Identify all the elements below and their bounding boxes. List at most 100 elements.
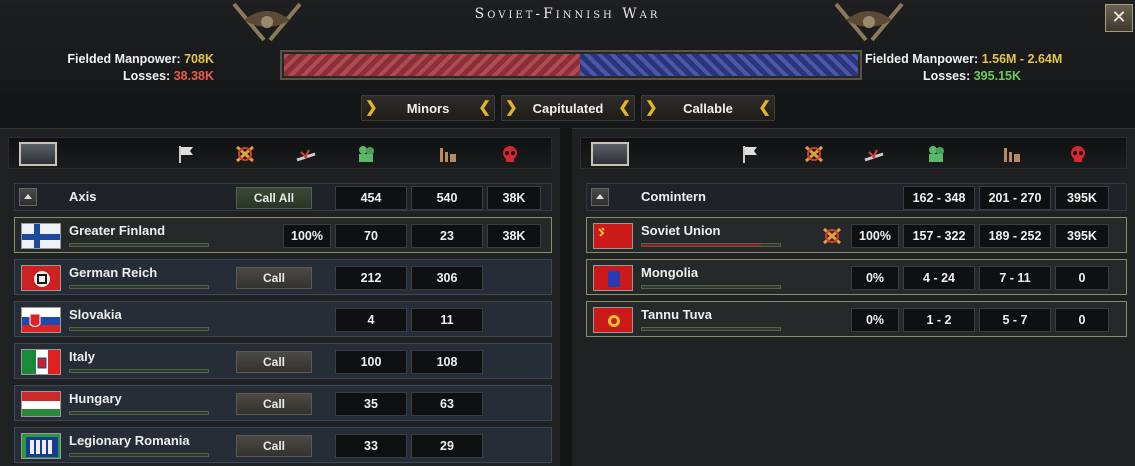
window-title: Soviet-Finnish War — [474, 6, 661, 22]
country-name: German Reich — [69, 265, 158, 280]
country-row-soviet-union[interactable]: Soviet Union 100% 157 - 322 189 - 252 39… — [586, 217, 1127, 253]
losses-value: 38.38K — [173, 69, 214, 83]
war-balance-bar — [280, 50, 862, 80]
chevron-right-icon: ❯ — [505, 99, 518, 116]
tab-callable[interactable]: ❯ Callable ❮ — [641, 95, 775, 121]
country-name: Hungary — [69, 391, 122, 406]
country-row-italy[interactable]: Italy Call 100 108 — [14, 343, 552, 379]
factories: 63 — [411, 392, 483, 416]
chevron-left-icon: ❮ — [478, 99, 491, 116]
war-participation: 100% — [851, 224, 899, 248]
country-name: Italy — [69, 349, 96, 364]
filter-tabs: ❯ Minors ❮ ❯ Capitulated ❮ ❯ Callable ❮ — [361, 95, 775, 121]
divisions: 35 — [335, 392, 407, 416]
manpower-bar — [641, 243, 781, 247]
factories: 189 - 252 — [979, 224, 1051, 248]
manpower-bar — [69, 411, 209, 415]
faction-factories: 540 — [411, 186, 483, 210]
manpower-bar — [69, 453, 209, 457]
sort-by-country-button[interactable] — [19, 142, 57, 166]
country-row-legionary-romania[interactable]: Legionary Romania Call 33 29 — [14, 427, 552, 463]
country-row-slovakia[interactable]: Slovakia 4 11 — [14, 301, 552, 337]
manpower-bar — [69, 327, 209, 331]
faction-name: Comintern — [641, 189, 706, 204]
factory-icon[interactable] — [1001, 144, 1023, 164]
flag-soviet-union — [593, 223, 633, 249]
sort-by-country-button[interactable] — [591, 142, 629, 166]
collapse-toggle-icon[interactable] — [19, 188, 37, 206]
troops-icon[interactable] — [925, 144, 947, 164]
flag-legionary-romania — [21, 433, 61, 459]
faction-divisions: 454 — [335, 186, 407, 210]
manpower-bar — [69, 285, 209, 289]
tab-minors[interactable]: ❯ Minors ❮ — [361, 95, 495, 121]
casualties: 0 — [1055, 266, 1109, 290]
fighting-swords-icon — [823, 227, 841, 245]
comintern-strength-fill — [579, 54, 858, 76]
close-button[interactable]: ✕ — [1105, 4, 1133, 32]
manpower-label: Fielded Manpower: — [67, 52, 181, 66]
troops-icon[interactable] — [355, 144, 377, 164]
divisions: 157 - 322 — [903, 224, 975, 248]
axis-panel: Axis Call All 454 540 38K Greater Finlan… — [0, 128, 560, 466]
skull-icon[interactable] — [1067, 144, 1089, 164]
flag-tannu-tuva — [593, 307, 633, 333]
factories: 23 — [411, 224, 483, 248]
losses-value: 395.15K — [973, 69, 1021, 83]
divisions: 70 — [335, 224, 407, 248]
faction-row: Comintern 162 - 348 201 - 270 395K — [586, 183, 1127, 211]
country-row-tannu-tuva[interactable]: Tannu Tuva 0% 1 - 2 5 - 7 0 — [586, 301, 1127, 337]
factory-icon[interactable] — [437, 144, 459, 164]
war-participation: 0% — [851, 308, 899, 332]
fighting-swords-icon[interactable] — [803, 144, 825, 164]
white-flag-icon[interactable] — [175, 144, 197, 164]
call-button[interactable]: Call — [236, 393, 312, 415]
tab-capitulated[interactable]: ❯ Capitulated ❮ — [501, 95, 635, 121]
factories: 11 — [411, 308, 483, 332]
tab-label: Callable — [683, 100, 733, 116]
manpower-fill — [642, 244, 761, 246]
divisions: 1 - 2 — [903, 308, 975, 332]
call-button[interactable]: Call — [236, 435, 312, 457]
skull-icon[interactable] — [499, 144, 521, 164]
faction-casualties: 395K — [1055, 186, 1109, 210]
fighting-swords-icon[interactable] — [234, 144, 256, 164]
country-name: Tannu Tuva — [641, 307, 713, 322]
chevron-right-icon: ❯ — [645, 99, 658, 116]
faction-casualties: 38K — [487, 186, 541, 210]
country-row-greater-finland[interactable]: Greater Finland 100% 70 23 38K — [14, 217, 552, 253]
country-row-german-reich[interactable]: German Reich Call 212 306 — [14, 259, 552, 295]
factories: 5 - 7 — [979, 308, 1051, 332]
chevron-left-icon: ❮ — [758, 99, 771, 116]
fallen-soldier-icon[interactable] — [295, 144, 317, 164]
divisions: 4 — [335, 308, 407, 332]
country-name: Mongolia — [641, 265, 699, 280]
manpower-bar — [641, 285, 781, 289]
call-button[interactable]: Call — [236, 351, 312, 373]
casualties: 0 — [1055, 308, 1109, 332]
country-row-mongolia[interactable]: Mongolia 0% 4 - 24 7 - 11 0 — [586, 259, 1127, 295]
flag-hungary — [21, 391, 61, 417]
flag-mongolia — [593, 265, 633, 291]
manpower-bar — [69, 369, 209, 373]
comintern-panel: Comintern 162 - 348 201 - 270 395K Sovie… — [572, 128, 1135, 466]
faction-divisions: 162 - 348 — [903, 186, 975, 210]
casualties: 38K — [487, 224, 541, 248]
call-button[interactable]: Call — [236, 267, 312, 289]
white-flag-icon[interactable] — [739, 144, 761, 164]
call-all-button[interactable]: Call All — [236, 187, 312, 209]
divisions: 33 — [335, 434, 407, 458]
faction-name: Axis — [69, 189, 97, 204]
faction-factories: 201 - 270 — [979, 186, 1051, 210]
tab-label: Capitulated — [532, 100, 604, 116]
tab-label: Minors — [406, 100, 450, 116]
fallen-soldier-icon[interactable] — [863, 144, 885, 164]
country-row-hungary[interactable]: Hungary Call 35 63 — [14, 385, 552, 421]
war-header: Soviet-Finnish War ✕ Fielded Manpower: 7… — [0, 0, 1135, 92]
war-participation: 100% — [283, 224, 331, 248]
collapse-toggle-icon[interactable] — [591, 188, 609, 206]
column-header-row — [580, 137, 1127, 169]
column-header-row — [8, 137, 552, 169]
casualties: 395K — [1055, 224, 1109, 248]
faction-row: Axis Call All 454 540 38K — [14, 183, 552, 211]
